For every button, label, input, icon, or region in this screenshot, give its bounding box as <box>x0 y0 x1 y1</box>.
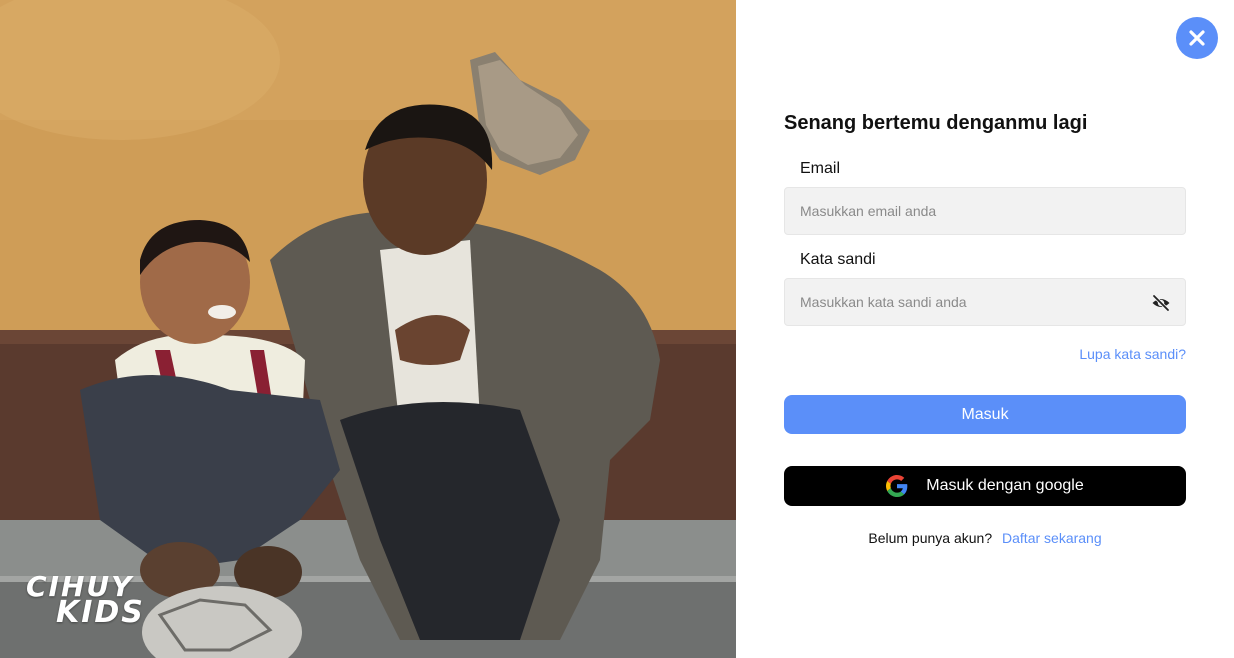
signup-row: Belum punya akun? Daftar sekarang <box>784 530 1186 546</box>
brand-logo-line2: KIDS <box>56 595 145 630</box>
form-title: Senang bertemu denganmu lagi <box>784 112 1088 134</box>
google-login-button[interactable]: Masuk dengan google <box>784 466 1186 506</box>
email-field[interactable] <box>785 188 1185 234</box>
close-button[interactable] <box>1176 17 1218 59</box>
google-icon <box>886 475 908 497</box>
brand-logo: CIHUY KIDS <box>26 573 145 630</box>
hero-photo-illustration <box>0 0 736 658</box>
password-field-container <box>784 278 1186 326</box>
signup-prompt: Belum punya akun? <box>868 530 993 546</box>
password-visibility-toggle[interactable] <box>1151 293 1171 313</box>
close-icon <box>1189 30 1205 46</box>
forgot-password-link[interactable]: Lupa kata sandi? <box>1079 346 1186 362</box>
email-field-container <box>784 187 1186 235</box>
eye-off-icon <box>1152 294 1170 312</box>
signup-link[interactable]: Daftar sekarang <box>1002 530 1102 546</box>
email-label: Email <box>800 160 841 177</box>
login-button[interactable]: Masuk <box>784 395 1186 434</box>
password-field[interactable] <box>785 279 1185 325</box>
password-label: Kata sandi <box>800 251 876 268</box>
google-login-label: Masuk dengan google <box>926 477 1084 494</box>
hero-photo: CIHUY KIDS <box>0 0 736 658</box>
